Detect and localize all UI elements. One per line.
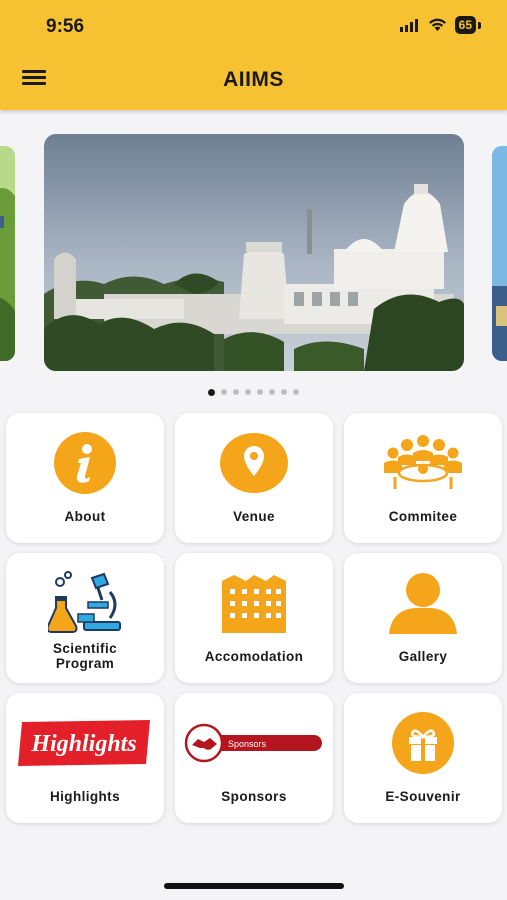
carousel-pagination [0,388,507,396]
menu-grid: About Venue Commitee Scientific Program … [6,413,503,823]
sponsors-label: Sponsors [221,789,287,804]
highlights-label: Highlights [50,789,120,804]
e-souvenir-label: E-Souvenir [385,789,461,804]
wifi-icon [428,18,446,31]
committee-meeting-icon [344,427,502,499]
pagination-dot[interactable] [293,389,299,395]
gallery-tile[interactable]: Gallery [344,553,502,683]
page-title: AIIMS [223,68,284,91]
status-icons: 65 [399,16,481,34]
gallery-label: Gallery [398,649,448,664]
pagination-dot[interactable] [281,389,287,395]
pagination-dot[interactable] [233,389,239,395]
accommodation-tile[interactable]: Accomodation [175,553,333,683]
scientific-program-tile[interactable]: Scientific Program [6,553,164,683]
home-indicator[interactable] [164,883,344,889]
highlights-banner-icon: Highlights [6,707,164,779]
pagination-dot[interactable] [221,389,227,395]
app-bar: 9:56 65 AIIMS [0,0,507,110]
carousel-slide-temple-image[interactable] [44,134,464,371]
venue-tile[interactable]: Venue [175,413,333,543]
sponsors-tile[interactable]: Sponsors Sponsors [175,693,333,823]
carousel-next-slide[interactable] [492,146,507,361]
highlights-tile[interactable]: Highlights Highlights [6,693,164,823]
cellular-signal-icon [399,18,418,32]
accommodation-label: Accomodation [204,649,304,664]
committee-label: Commitee [388,509,458,524]
about-tile[interactable]: About [6,413,164,543]
carousel-prev-slide[interactable] [0,146,15,361]
info-icon [6,427,164,499]
committee-tile[interactable]: Commitee [344,413,502,543]
sponsors-handshake-icon: Sponsors [175,707,333,779]
location-pin-icon [175,427,333,499]
highlights-banner-text: Highlights [30,731,136,757]
battery-tip [478,21,481,29]
building-icon [175,567,333,639]
pagination-dot-active[interactable] [208,388,215,396]
microscope-lab-icon [6,567,164,639]
status-time: 9:56 [46,16,85,37]
venue-label: Venue [233,509,275,524]
about-label: About [64,509,106,524]
battery-level: 65 [454,16,476,34]
sponsors-banner-text: Sponsors [228,739,267,749]
pagination-dot[interactable] [269,389,275,395]
person-icon [344,567,502,639]
pagination-dot[interactable] [245,389,251,395]
pagination-dot[interactable] [257,389,263,395]
scientific-program-label: Scientific Program [52,641,118,671]
image-carousel[interactable] [0,134,507,374]
gift-icon [344,707,502,779]
e-souvenir-tile[interactable]: E-Souvenir [344,693,502,823]
